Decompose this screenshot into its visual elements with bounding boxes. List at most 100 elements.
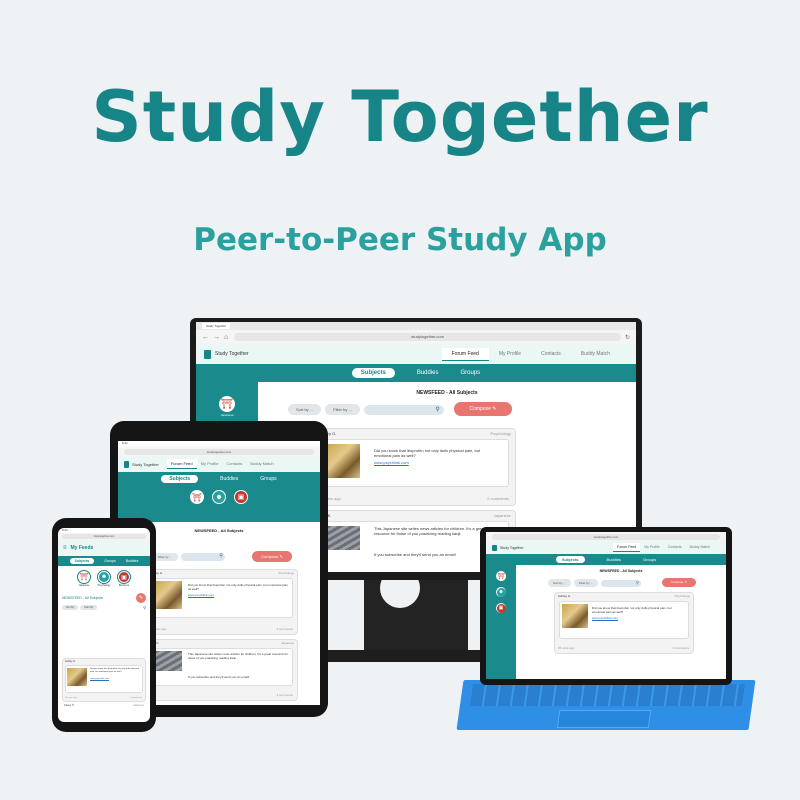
head-icon: ☻ xyxy=(496,587,506,597)
subject-label: Business xyxy=(118,584,130,587)
top-nav: Study Together Forum Feed My Profile Con… xyxy=(486,541,726,554)
nav-contacts[interactable]: Contacts xyxy=(664,543,686,552)
search-input[interactable]: ⚲ xyxy=(180,553,225,561)
post-body: Did you know that ibuprofen not only dul… xyxy=(559,601,689,639)
phone-header: ≡ My Feeds xyxy=(58,540,150,556)
post-link[interactable]: www.psychlink.com xyxy=(90,678,109,680)
post-subject: Psychology xyxy=(278,571,294,575)
compose-button[interactable]: Compose ✎ xyxy=(662,578,696,587)
subject-business-button[interactable]: ▣ Business xyxy=(117,570,131,587)
subnav-subjects[interactable]: Subjects xyxy=(351,368,395,378)
newsfeed-bar: NEWSFEED - All Subjects ✎ xyxy=(58,593,150,603)
post-card[interactable]: Ashley G. Did you know that ibuprofen no… xyxy=(62,658,146,702)
subnav-buddies[interactable]: Buddies xyxy=(126,559,139,563)
nav-links: Forum Feed My Profile Contacts Buddy Mat… xyxy=(166,459,278,469)
filter-dropdown[interactable]: Filter By xyxy=(80,605,98,610)
nav-contacts[interactable]: Contacts xyxy=(531,348,571,361)
subnav-subjects[interactable]: Subjects xyxy=(69,558,95,564)
search-input[interactable]: ⚲ xyxy=(600,579,641,587)
sort-dropdown[interactable]: Sort by ... xyxy=(288,404,322,415)
url-field[interactable]: studytogether.com xyxy=(234,333,621,341)
browser-tab[interactable]: Study Together xyxy=(202,323,231,329)
subject-business-button[interactable]: ▣ xyxy=(496,603,506,613)
post-body: Did you know that ibuprofen not only dul… xyxy=(65,665,143,693)
post-comments[interactable]: 3 comments xyxy=(277,693,293,697)
sort-dropdown[interactable]: Sort by ... xyxy=(548,579,571,587)
post-link[interactable]: www.psychlink.com xyxy=(188,593,214,597)
post-card[interactable]: Ashley G. Psychology Did you know that i… xyxy=(314,428,516,506)
subject-label: Japanese xyxy=(78,584,90,587)
post-card[interactable]: Ashley G. Psychology Did you know that i… xyxy=(554,592,694,654)
subject-japanese-button[interactable]: ⛩ xyxy=(219,396,235,412)
url-field[interactable]: studytogether.com xyxy=(62,534,146,539)
post-link[interactable]: www.psychlink.com xyxy=(374,460,409,465)
briefcase-icon: ▣ xyxy=(119,572,129,582)
nav-my-profile[interactable]: My Profile xyxy=(197,459,223,469)
post-text: Did you know that ibuprofen not only dul… xyxy=(188,583,288,591)
subject-japanese-button[interactable]: ⛩ xyxy=(496,571,506,581)
search-icon[interactable]: ⚲ xyxy=(143,605,146,610)
post-image xyxy=(326,526,360,550)
post-card[interactable]: Ashley G. Psychology Did you know that i… xyxy=(146,569,298,635)
refresh-icon[interactable]: ↻ xyxy=(625,334,630,341)
newsfeed-title: NEWSFEED - All Subjects xyxy=(416,390,478,396)
subnav-buddies[interactable]: Buddies xyxy=(220,476,238,482)
subnav-groups[interactable]: Groups xyxy=(104,559,115,563)
nav-forum-feed[interactable]: Forum Feed xyxy=(441,347,489,361)
post-comments[interactable]: 2 comments xyxy=(277,627,293,631)
post-card[interactable]: Yuki K. Japanese This Japanese site writ… xyxy=(146,639,298,701)
subnav-groups[interactable]: Groups xyxy=(461,370,481,376)
menu-icon[interactable]: ≡ xyxy=(63,545,67,551)
post-comments[interactable]: 2 comments xyxy=(130,697,142,699)
filter-dropdown[interactable]: Filter by ... xyxy=(325,404,360,415)
search-input[interactable]: ⚲ xyxy=(363,404,444,415)
home-icon[interactable]: ⌂ xyxy=(224,334,228,341)
nav-buddy-match[interactable]: Buddy Match xyxy=(571,348,628,361)
briefcase-icon: ▣ xyxy=(496,603,506,613)
nav-buddy-match[interactable]: Buddy Match xyxy=(686,543,720,552)
nav-contacts[interactable]: Contacts xyxy=(222,459,246,469)
compose-button[interactable]: Compose ✎ xyxy=(252,551,292,562)
url-field[interactable]: studytogether.com xyxy=(492,533,720,540)
post-preview[interactable]: Casey H. Japanese xyxy=(64,704,144,707)
post-link[interactable]: www.psychlink.com xyxy=(592,616,618,620)
subnav-subjects[interactable]: Subjects xyxy=(161,475,199,483)
nav-my-profile[interactable]: My Profile xyxy=(640,543,664,552)
subject-business-button[interactable]: ▣ xyxy=(234,490,248,504)
url-field[interactable]: studytogether.com xyxy=(124,448,314,455)
subject-psychology-button[interactable]: ☻ xyxy=(212,490,226,504)
post-comments[interactable]: 2 comments xyxy=(673,646,689,650)
torii-icon-wrap: ⛩ xyxy=(77,570,91,584)
subject-psychology-button[interactable]: ☻ Psychology xyxy=(97,570,111,587)
subnav-buddies[interactable]: Buddies xyxy=(417,370,439,376)
compose-button[interactable]: Compose ✎ xyxy=(454,402,512,416)
nav-links: Forum Feed My Profile Contacts Buddy Mat… xyxy=(441,347,628,361)
compose-button[interactable]: ✎ xyxy=(136,593,146,603)
nav-forum-feed[interactable]: Forum Feed xyxy=(166,459,197,469)
forward-icon[interactable]: → xyxy=(213,334,220,341)
subject-japanese-button[interactable]: ⛩ xyxy=(190,490,204,504)
nav-forum-feed[interactable]: Forum Feed xyxy=(613,543,641,552)
compose-icon: ✎ xyxy=(492,406,497,412)
back-icon[interactable]: ← xyxy=(202,334,209,341)
laptop-device: studytogether.com Study Together Forum F… xyxy=(480,527,732,685)
filter-dropdown[interactable]: Filter by ... xyxy=(573,579,598,587)
nav-my-profile[interactable]: My Profile xyxy=(489,348,531,361)
subnav-subjects[interactable]: Subjects xyxy=(555,556,585,563)
post-comments[interactable]: 2 comments xyxy=(487,496,509,501)
phone-device: 9:41 studytogether.com ≡ My Feeds Subjec… xyxy=(52,518,156,732)
post-text: This Japanese site writes news articles … xyxy=(188,652,288,660)
phone-screen: 9:41 studytogether.com ≡ My Feeds Subjec… xyxy=(58,528,150,722)
sort-dropdown[interactable]: Sort By xyxy=(62,605,79,610)
subject-japanese-button[interactable]: ⛩ Japanese xyxy=(77,570,91,587)
brand-name: Study Together xyxy=(500,545,524,550)
newsfeed-title: NEWSFEED - All Subjects xyxy=(62,596,104,600)
head-icon: ☻ xyxy=(213,491,225,503)
post-text: Did you know that ibuprofen not only dul… xyxy=(592,606,672,614)
nav-buddy-match[interactable]: Buddy Match xyxy=(246,459,277,469)
subnav-buddies[interactable]: Buddies xyxy=(607,557,621,562)
subnav-groups[interactable]: Groups xyxy=(260,476,276,482)
subnav-groups[interactable]: Groups xyxy=(643,557,656,562)
post-subject: Japanese xyxy=(493,513,511,518)
subject-psychology-button[interactable]: ☻ xyxy=(496,587,506,597)
